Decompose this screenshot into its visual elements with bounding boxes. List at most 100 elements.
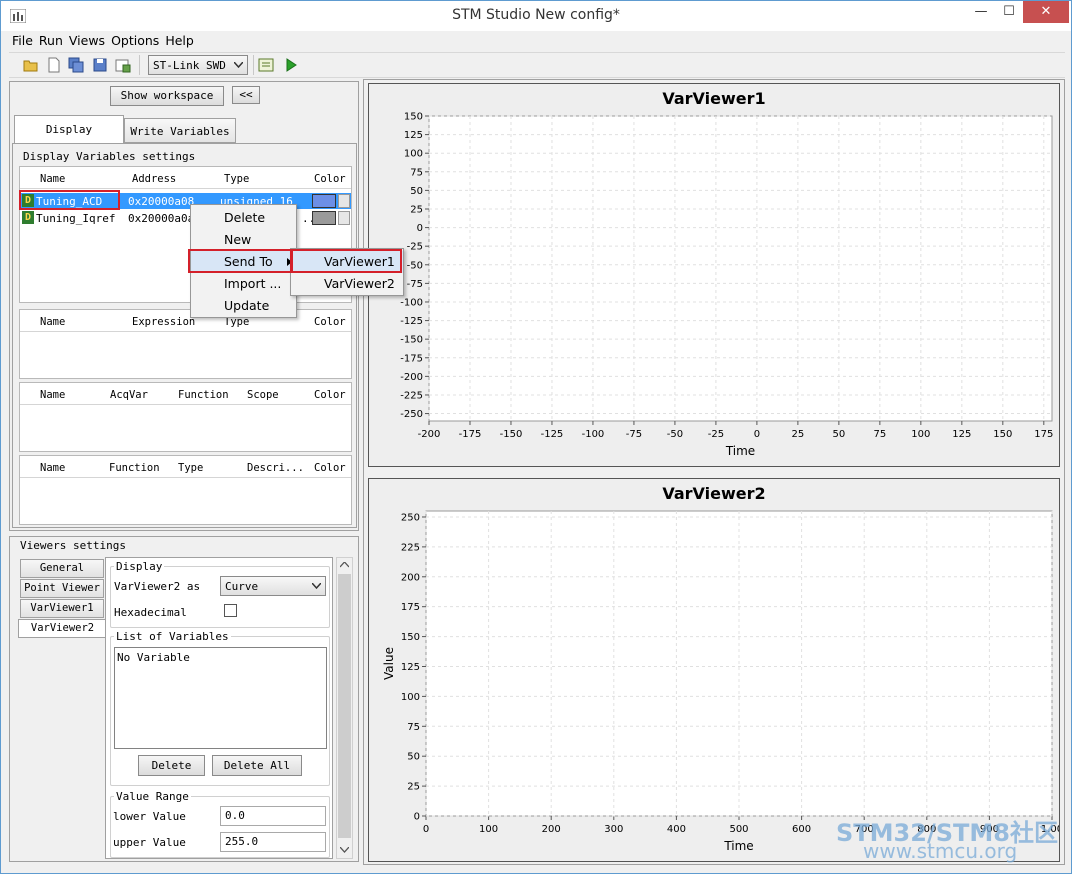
expressions-table[interactable]: Name Expression Type Color (19, 309, 352, 379)
menu-help[interactable]: Help (162, 31, 197, 50)
y-tick-label: -25 (407, 242, 423, 253)
show-workspace-button[interactable]: Show workspace (110, 86, 224, 106)
menu-item-delete[interactable]: Delete (191, 207, 296, 229)
link-select[interactable]: ST-Link SWD (148, 55, 248, 75)
y-tick-label: 150 (401, 632, 420, 643)
lower-value-input[interactable]: 0.0 (220, 806, 326, 826)
viewer-scrollbar[interactable] (336, 557, 353, 859)
y-tick-label: -75 (407, 279, 423, 290)
x-tick-label: 0 (423, 824, 429, 835)
variables-table-header: Name Address Type Color (20, 167, 351, 189)
varviewer1-chart[interactable]: VarViewer1 -200 -175 -150 -125 -100 -75 -50 -25 0… (368, 83, 1060, 467)
delete-all-button[interactable]: Delete All (212, 755, 302, 776)
settings-list-icon[interactable] (258, 57, 274, 73)
x-tick-label: 175 (1034, 429, 1053, 440)
row-name: Tuning_Iqref (36, 212, 116, 225)
expressions-table-header: Name Expression Type Color (20, 310, 351, 332)
y-tick-label: 75 (410, 167, 423, 178)
x-tick-label: -25 (708, 429, 724, 440)
viewer-tab-varviewer2[interactable]: VarViewer2 (18, 619, 106, 638)
table-row[interactable]: D Tuning_Iqref 0x20000a0a ... (20, 210, 351, 226)
scroll-down-icon[interactable] (340, 847, 349, 853)
minimize-button[interactable]: — (967, 1, 995, 23)
y-tick-label: 125 (404, 130, 423, 141)
row-color-button[interactable] (338, 194, 350, 208)
x-tick-label: -200 (418, 429, 441, 440)
menu-run[interactable]: Run (36, 31, 66, 50)
toolbar: ST-Link SWD (9, 52, 1065, 78)
export-icon[interactable] (115, 57, 131, 73)
y-tick-label: 200 (401, 572, 420, 583)
viewer-tab-varviewer1[interactable]: VarViewer1 (20, 599, 104, 618)
x-axis-label: Time (725, 444, 755, 458)
workspace-panel: Show workspace << Display Variables Writ… (9, 81, 359, 531)
row-address: 0x20000a0a (128, 212, 195, 225)
varviewer2-chart[interactable]: VarViewer2 0 100 200 300 400 500 600 700 800 900 1.… (368, 478, 1063, 862)
viewer-settings-page: Display VarViewer2 as Curve Hexadecimal … (105, 557, 333, 859)
x-tick-label: 400 (667, 824, 686, 835)
functions-table[interactable]: Name Function Type Descri... Color (19, 455, 352, 525)
highlight-variable (19, 190, 120, 210)
y-tick-label: -250 (400, 409, 423, 420)
menu-bar: File Run Views Options Help (9, 31, 197, 51)
tab-write-variables[interactable]: Write Variables (124, 118, 236, 143)
menu-options[interactable]: Options (108, 31, 162, 50)
plot-area (428, 115, 1053, 422)
acquisition-table[interactable]: Name AcqVar Function Scope Color (19, 382, 352, 452)
save-icon[interactable] (92, 57, 108, 73)
upper-value-input[interactable]: 255.0 (220, 832, 326, 852)
hexadecimal-checkbox[interactable] (224, 604, 237, 617)
menu-item-update[interactable]: Update (191, 295, 296, 317)
display-as-select[interactable]: Curve (220, 576, 326, 596)
x-tick-label: -175 (459, 429, 482, 440)
delete-button[interactable]: Delete (138, 755, 205, 776)
menu-views[interactable]: Views (66, 31, 108, 50)
save-all-icon[interactable] (68, 57, 84, 73)
col-color: Color (314, 316, 346, 328)
row-color-swatch[interactable] (312, 211, 336, 225)
menu-item-import[interactable]: Import ... (191, 273, 296, 295)
open-folder-icon[interactable] (23, 57, 39, 73)
col-acqvar: AcqVar (110, 389, 148, 401)
y-tick-label: 150 (404, 112, 423, 123)
scroll-up-icon[interactable] (340, 562, 349, 568)
x-tick-label: 500 (729, 824, 748, 835)
lower-value-label: lower Value (113, 810, 186, 823)
viewer-tab-general[interactable]: General (20, 559, 104, 578)
row-color-button[interactable] (338, 211, 350, 225)
col-description: Descri... (247, 462, 304, 474)
scroll-thumb[interactable] (338, 574, 351, 838)
x-tick-label: 150 (993, 429, 1012, 440)
display-as-label: VarViewer2 as (114, 580, 201, 593)
col-address: Address (132, 173, 177, 185)
watermark-line2: www.stmcu.org (863, 839, 1018, 863)
submenu-item-varviewer2[interactable]: VarViewer2 (291, 273, 403, 295)
x-tick-label: 125 (952, 429, 971, 440)
menu-file[interactable]: File (9, 31, 36, 50)
col-function: Function (109, 462, 160, 474)
maximize-button[interactable]: ☐ (995, 1, 1023, 23)
tab-display-variables[interactable]: Display Variables (14, 115, 124, 164)
y-tick-label: -50 (407, 260, 423, 271)
row-color-swatch[interactable] (312, 194, 336, 208)
new-file-icon[interactable] (46, 57, 62, 73)
variables-list[interactable]: No Variable (114, 647, 327, 749)
upper-value-label: upper Value (113, 836, 186, 849)
run-play-icon[interactable] (283, 57, 299, 73)
functions-table-header: Name Function Type Descri... Color (20, 456, 351, 478)
y-tick-label: -125 (400, 316, 423, 327)
acquisition-table-header: Name AcqVar Function Scope Color (20, 383, 351, 405)
menu-item-new[interactable]: New (191, 229, 296, 251)
chevron-down-icon (234, 62, 243, 68)
display-badge: D (22, 211, 34, 224)
x-tick-label: 75 (873, 429, 886, 440)
y-tick-label: 25 (407, 782, 420, 793)
x-axis-label: Time (723, 839, 753, 853)
viewer-tab-point-viewer[interactable]: Point Viewer (20, 579, 104, 598)
y-tick-label: 50 (407, 752, 420, 763)
y-tick-label: 100 (401, 692, 420, 703)
title-bar: STM Studio New config* — ☐ ✕ (1, 1, 1071, 31)
close-button[interactable]: ✕ (1023, 1, 1069, 23)
collapse-button[interactable]: << (232, 86, 260, 104)
col-color: Color (314, 462, 346, 474)
